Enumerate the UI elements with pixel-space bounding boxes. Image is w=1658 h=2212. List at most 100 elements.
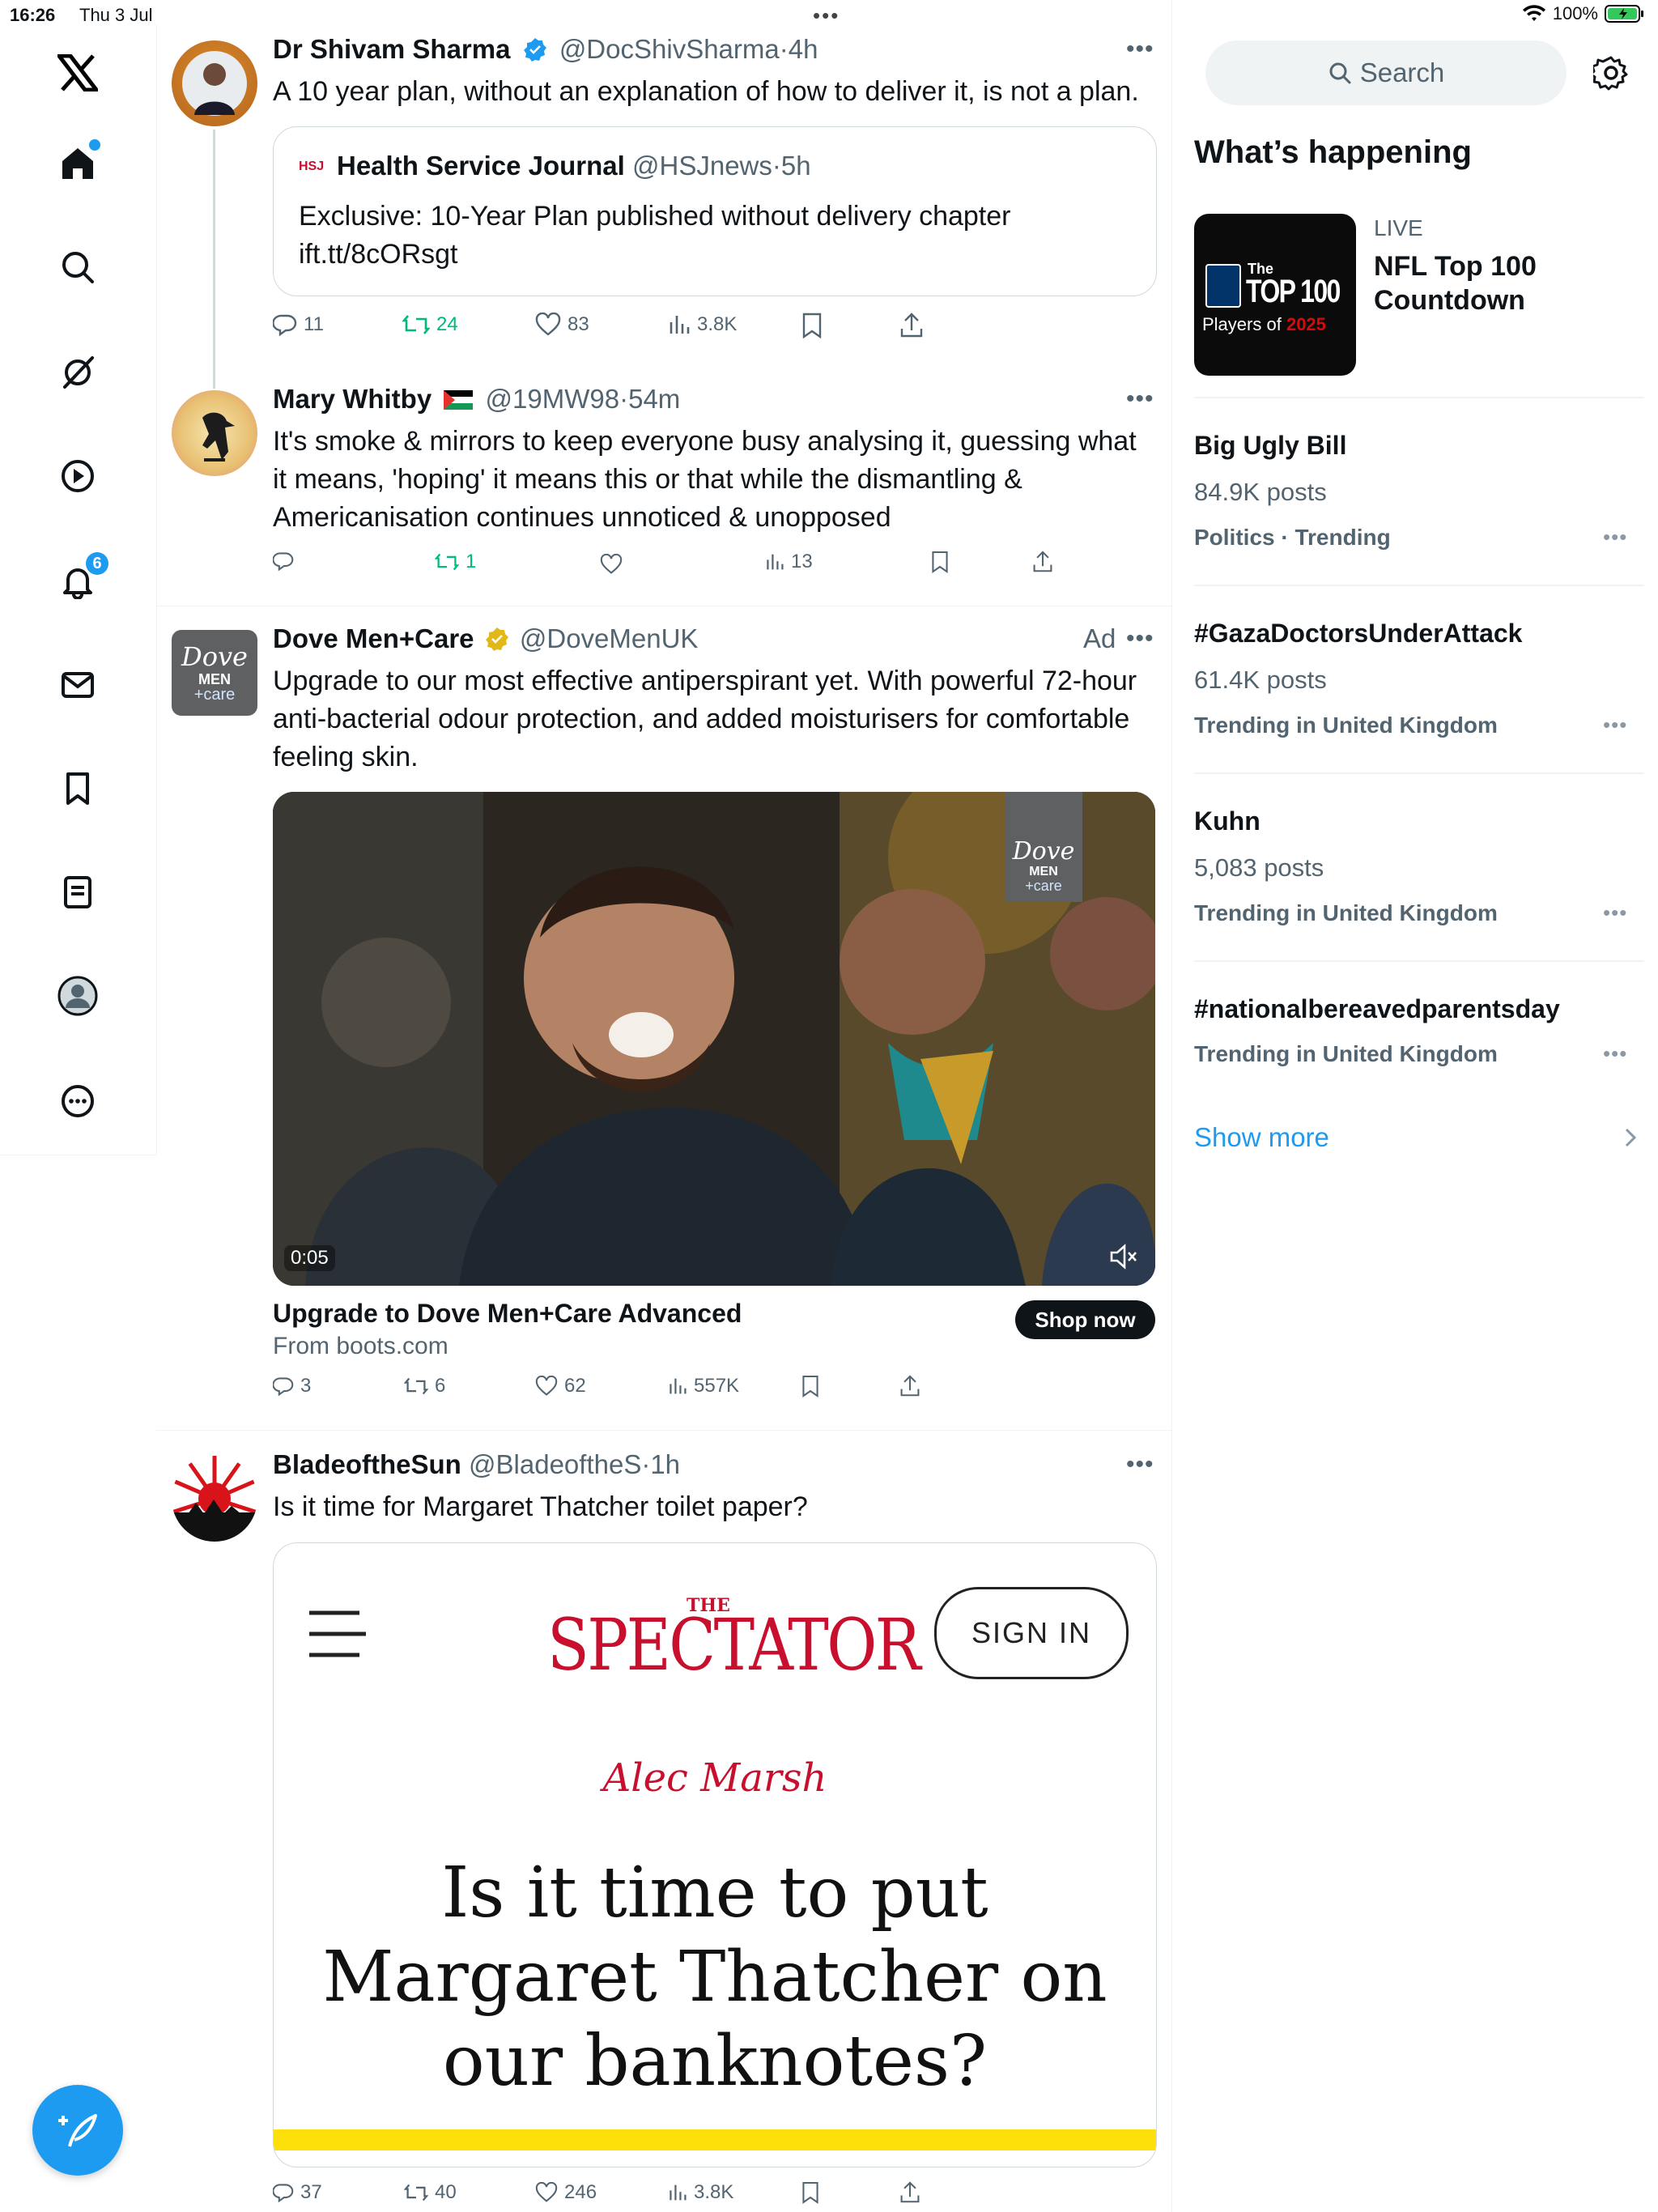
views-button[interactable]: 3.8K <box>668 2181 733 2204</box>
trend-title[interactable]: Kuhn <box>1194 806 1261 836</box>
messages-icon[interactable] <box>53 661 102 709</box>
share-icon[interactable] <box>1032 551 1053 573</box>
bookmark-icon[interactable] <box>930 551 950 573</box>
divider <box>1194 772 1644 774</box>
author-name[interactable]: BladeoftheSun <box>273 1449 461 1479</box>
avatar[interactable] <box>172 40 257 126</box>
repost-button[interactable]: 6 <box>404 1375 445 1397</box>
featured-trend-title[interactable]: NFL Top 100 Countdown <box>1374 249 1552 317</box>
status-right: 100% <box>1522 3 1645 24</box>
trend-more-icon[interactable]: ••• <box>1603 713 1627 738</box>
divider <box>1194 585 1644 586</box>
show-more-link[interactable]: Show more <box>1194 1122 1329 1153</box>
views-button[interactable]: 557K <box>668 1375 739 1397</box>
bookmark-icon[interactable] <box>801 1375 820 1397</box>
views-icon <box>670 2184 687 2201</box>
ad-video[interactable]: Dove MEN +care 0:05 <box>273 792 1155 1286</box>
trend-context: Trending in United Kingdom <box>1194 1041 1498 1066</box>
avatar[interactable]: Dove MEN +care <box>172 630 257 716</box>
view-count: 557K <box>694 1375 740 1397</box>
chevron-right-icon[interactable] <box>1624 1127 1637 1148</box>
repost-button[interactable]: 24 <box>402 313 458 337</box>
post-more-icon[interactable]: ••• <box>1126 36 1154 63</box>
mute-icon[interactable] <box>1107 1240 1139 1273</box>
notifications-icon[interactable]: 6 <box>53 552 108 606</box>
video-icon[interactable] <box>53 452 102 500</box>
more-options-icon[interactable] <box>53 1077 102 1125</box>
heart-icon <box>535 313 561 336</box>
trend-more-icon[interactable]: ••• <box>1603 900 1627 925</box>
compose-post-button[interactable] <box>32 2085 123 2176</box>
share-icon[interactable] <box>899 1375 920 1397</box>
shop-now-button[interactable]: Shop now <box>1015 1300 1155 1339</box>
card-title[interactable]: Upgrade to Dove Men+Care Advanced <box>273 1299 742 1329</box>
author-handle[interactable]: @19MW98 <box>486 384 620 414</box>
bookmark-icon[interactable] <box>801 313 823 338</box>
share-icon[interactable] <box>899 313 924 338</box>
reply-count: 11 <box>304 313 324 335</box>
settings-gear-icon[interactable] <box>1593 55 1629 91</box>
post-time[interactable]: 4h <box>789 34 818 64</box>
author-handle[interactable]: @DoveMenUK <box>520 623 699 653</box>
bookmarks-icon[interactable] <box>53 764 102 813</box>
like-button[interactable]: 83 <box>535 313 589 337</box>
like-button[interactable] <box>600 554 629 575</box>
search-placeholder: Search <box>1359 57 1445 87</box>
x-logo-icon[interactable] <box>53 49 102 97</box>
quoted-post-time: 5h <box>780 151 811 181</box>
author-name[interactable]: Mary Whitby <box>273 384 432 414</box>
like-button[interactable]: 62 <box>535 1375 586 1397</box>
article-image[interactable]: THE SPECTATOR SIGN IN Alec Marsh Is it t… <box>273 1542 1157 2167</box>
post-more-icon[interactable]: ••• <box>1126 385 1154 413</box>
quoted-author-handle: @HSJnews <box>632 151 772 181</box>
post-time[interactable]: 1h <box>650 1449 680 1479</box>
reply-button[interactable]: 37 <box>273 2181 322 2204</box>
spectator-masthead: SPECTATOR <box>547 1603 921 1687</box>
author-handle[interactable]: @BladeoftheS <box>469 1449 641 1479</box>
trend-title[interactable]: #GazaDoctorsUnderAttack <box>1194 619 1522 649</box>
reply-count: 37 <box>300 2181 322 2203</box>
notification-badge: 6 <box>86 552 108 575</box>
trend-context: Politics · Trending <box>1194 525 1391 550</box>
view-count: 3.8K <box>697 313 738 335</box>
views-button[interactable]: 3.8K <box>668 313 737 337</box>
reply-button[interactable]: 3 <box>273 1375 311 1397</box>
post-more-icon[interactable]: ••• <box>1126 1451 1154 1478</box>
post-text: Upgrade to our most effective antiperspi… <box>273 666 1137 772</box>
reply-button[interactable] <box>273 551 300 572</box>
author-handle[interactable]: @DocShivSharma <box>559 34 780 64</box>
card-source: From boots.com <box>273 1333 449 1359</box>
trend-more-icon[interactable]: ••• <box>1603 525 1627 550</box>
nfl-shield-icon <box>1205 264 1241 308</box>
lists-icon[interactable] <box>53 868 102 917</box>
home-icon[interactable] <box>53 139 102 188</box>
grok-icon[interactable] <box>53 348 102 397</box>
repost-button[interactable]: 1 <box>435 551 476 573</box>
avatar[interactable] <box>172 390 257 476</box>
reply-icon <box>273 2184 294 2203</box>
search-icon[interactable] <box>53 243 102 291</box>
share-icon[interactable] <box>899 2181 920 2204</box>
views-button[interactable]: 13 <box>765 551 813 573</box>
profile-icon[interactable] <box>53 972 102 1020</box>
post-more-icon[interactable]: ••• <box>1126 625 1154 653</box>
hsj-logo: HSJ <box>299 157 326 177</box>
search-input[interactable]: Search <box>1205 40 1567 105</box>
trend-title[interactable]: Big Ugly Bill <box>1194 431 1346 461</box>
post-time[interactable]: 54m <box>628 384 680 414</box>
reply-count: 3 <box>300 1375 312 1397</box>
reply-icon <box>273 552 294 572</box>
heart-icon <box>535 1376 558 1396</box>
nfl-thumbnail[interactable]: The TOP 100 Players of 2025 <box>1194 214 1356 376</box>
author-name[interactable]: Dove Men+Care <box>273 623 474 653</box>
like-button[interactable]: 246 <box>535 2181 597 2204</box>
bookmark-icon[interactable] <box>801 2181 820 2204</box>
avatar[interactable] <box>172 1456 257 1542</box>
trend-more-icon[interactable]: ••• <box>1603 1041 1627 1066</box>
repost-button[interactable]: 40 <box>404 2181 457 2204</box>
divider <box>1194 397 1644 398</box>
repost-count: 1 <box>466 551 477 572</box>
trend-title[interactable]: #nationalbereavedparentsday <box>1194 994 1560 1024</box>
reply-button[interactable]: 11 <box>273 313 324 337</box>
author-name[interactable]: Dr Shivam Sharma <box>273 34 510 64</box>
